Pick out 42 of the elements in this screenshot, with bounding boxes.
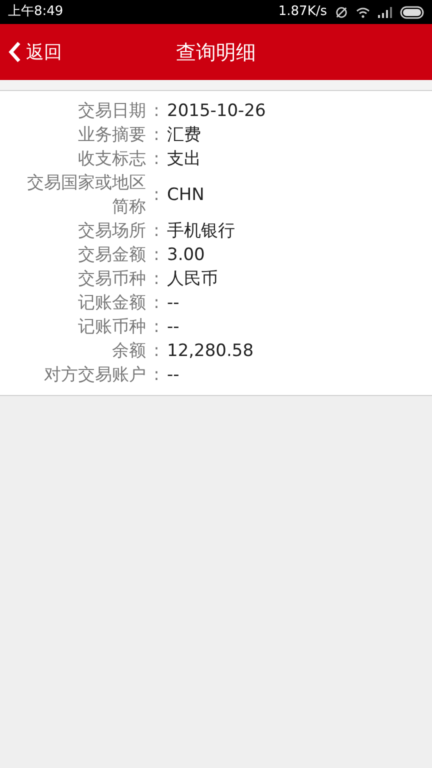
field-value: CHN: [167, 184, 204, 207]
network-speed: 1.87K/s: [278, 3, 327, 22]
field-label: 记账金额: [77, 292, 146, 315]
field-value: 12,280.58: [167, 340, 254, 363]
field-label: 业务摘要: [77, 124, 146, 147]
colon-separator: :: [152, 340, 160, 363]
back-button[interactable]: 返回: [8, 38, 62, 66]
field-value: 支出: [167, 148, 201, 171]
colon-separator: :: [152, 268, 160, 291]
field-value: --: [167, 292, 180, 315]
chevron-left-icon: [8, 41, 22, 63]
battery-icon: [400, 6, 424, 18]
field-label: 收支标志: [77, 148, 146, 171]
field-value: 人民币: [167, 268, 218, 291]
status-time: 上午8:49: [8, 3, 64, 22]
field-label: 交易国家或地区简称: [26, 172, 146, 219]
alarm-off-icon: [335, 6, 348, 18]
colon-separator: :: [152, 316, 160, 339]
field-label: 交易金额: [77, 244, 146, 267]
field-value: 3.00: [167, 244, 205, 267]
signal-icon: [378, 6, 392, 18]
colon-separator: :: [152, 148, 160, 171]
field-label: 对方交易账户: [43, 364, 146, 387]
field-value: --: [167, 316, 180, 339]
field-label: 交易币种: [77, 268, 146, 291]
field-value: --: [167, 364, 180, 387]
colon-separator: :: [152, 364, 160, 387]
colon-separator: :: [152, 220, 160, 243]
colon-separator: :: [152, 292, 160, 315]
colon-separator: :: [152, 184, 160, 207]
colon-separator: :: [152, 244, 160, 267]
colon-separator: :: [152, 100, 160, 123]
field-value: 汇费: [167, 124, 201, 147]
page-title: 查询明细: [176, 39, 256, 66]
colon-separator: :: [152, 124, 160, 147]
field-value: 手机银行: [167, 220, 235, 243]
wifi-icon: [356, 6, 370, 18]
field-label: 交易场所: [77, 220, 146, 243]
field-label: 交易日期: [77, 100, 146, 123]
field-label: 余额: [111, 340, 146, 363]
field-label: 记账币种: [77, 316, 146, 339]
field-value: 2015-10-26: [167, 100, 266, 123]
